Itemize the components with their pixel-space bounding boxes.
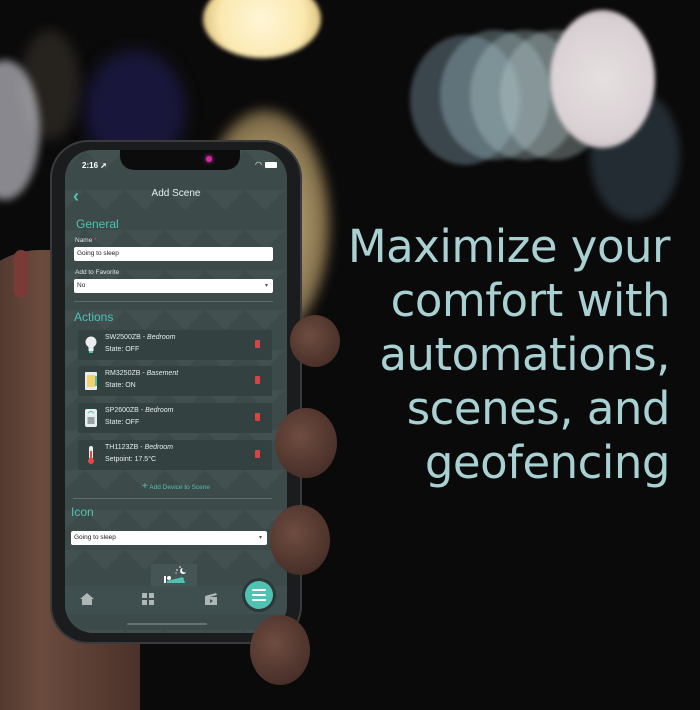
action-device-status: State: ON: [105, 382, 136, 389]
section-title-actions: Actions: [74, 310, 114, 324]
headline-line: Maximize your: [347, 220, 671, 273]
action-item[interactable]: TH1123ZB - Bedroom Setpoint: 17.5°C: [78, 440, 272, 470]
add-device-button[interactable]: + Add Device to Scene: [65, 481, 287, 492]
bokeh-light: [203, 0, 321, 58]
trash-icon[interactable]: [255, 413, 260, 421]
finger: [270, 505, 330, 575]
favorite-label: Add to Favorite: [75, 269, 120, 276]
name-label: Name *: [75, 237, 97, 244]
thumb-nail: [14, 250, 28, 298]
headline: Maximize your comfort with automations, …: [310, 220, 671, 490]
action-item[interactable]: RM3250ZB - Basement State: ON: [78, 366, 272, 396]
thermometer-icon: [88, 446, 94, 464]
divider: [74, 301, 273, 302]
camera-icon: [206, 156, 212, 162]
action-device-name: SW2500ZB - Bedroom: [105, 334, 176, 341]
location-arrow-icon: ➚: [100, 161, 107, 170]
finger: [250, 615, 310, 685]
headline-line: comfort with: [390, 274, 671, 327]
plus-icon: +: [142, 481, 148, 492]
headline-line: scenes, and: [406, 382, 671, 435]
bokeh-light: [550, 10, 655, 148]
phone-screen: 2:16 ➚ ◠ ‹ Add Scene General Name * Goin…: [65, 150, 287, 633]
action-device-status: Setpoint: 17.5°C: [105, 456, 157, 463]
section-title-icon: Icon: [71, 505, 94, 519]
action-device-status: State: OFF: [105, 346, 140, 353]
divider: [73, 498, 272, 499]
home-icon[interactable]: [79, 592, 95, 606]
action-device-name: SP2600ZB - Bedroom: [105, 407, 174, 414]
trash-icon[interactable]: [255, 376, 260, 384]
trash-icon[interactable]: [255, 340, 260, 348]
hamburger-menu-icon[interactable]: [245, 581, 273, 609]
smart-plug-icon: [85, 409, 97, 427]
action-device-name: TH1123ZB - Bedroom: [105, 444, 173, 451]
section-title-general: General: [76, 217, 119, 231]
sleeping-person-icon: [164, 566, 186, 583]
name-input[interactable]: Going to sleep: [74, 247, 273, 261]
home-indicator: [127, 623, 207, 625]
chevron-down-icon: ▾: [264, 283, 268, 289]
headline-line: automations,: [379, 328, 670, 381]
trash-icon[interactable]: [255, 450, 260, 458]
grid-icon[interactable]: [140, 592, 156, 606]
notch: [120, 150, 240, 170]
headline-line: geofencing: [424, 436, 671, 489]
battery-icon: [265, 161, 277, 168]
page-title: Add Scene: [151, 188, 201, 199]
action-device-status: State: OFF: [105, 419, 140, 426]
action-device-name: RM3250ZB - Basement: [105, 370, 179, 377]
clapperboard-icon[interactable]: [203, 592, 219, 606]
favorite-select[interactable]: No ▾: [74, 279, 273, 293]
action-item[interactable]: SW2500ZB - Bedroom State: OFF: [78, 330, 272, 360]
wifi-icon: ◠: [255, 160, 262, 169]
status-time: 2:16 ➚: [82, 161, 107, 170]
chevron-down-icon: ▾: [258, 535, 262, 541]
lightbulb-icon: [85, 336, 97, 353]
action-item[interactable]: SP2600ZB - Bedroom State: OFF: [78, 403, 272, 433]
load-controller-icon: [85, 372, 97, 390]
icon-select[interactable]: Going to sleep ▾: [71, 531, 267, 545]
status-icons: ◠: [255, 160, 277, 169]
icon-preview: [151, 564, 197, 586]
